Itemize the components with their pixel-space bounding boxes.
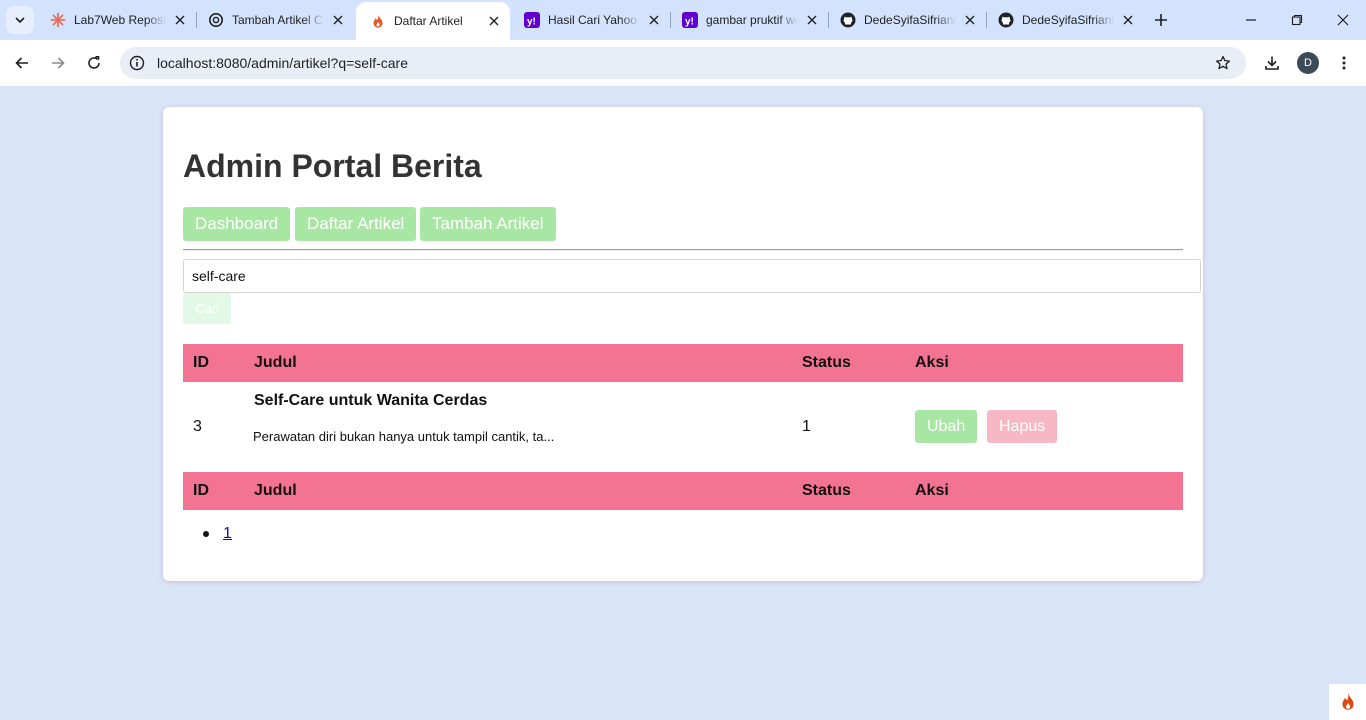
reload-icon — [88, 56, 100, 69]
column-footer-id: ID — [193, 482, 209, 499]
browser-tab-active[interactable]: Daftar Artikel — [356, 2, 510, 40]
article-title: Self-Care untuk Wanita Cerdas — [254, 392, 488, 409]
close-tab-icon[interactable] — [804, 12, 820, 28]
close-tab-icon[interactable] — [330, 12, 346, 28]
tab-title: Tambah Artikel CodeIgniter — [232, 13, 324, 27]
reload-button[interactable] — [80, 49, 108, 77]
chevron-down-icon — [15, 17, 25, 24]
page-link-1[interactable]: 1 — [223, 525, 232, 543]
tab-title: DedeSyifaSifriani — [1022, 13, 1114, 27]
restore-icon — [1291, 14, 1303, 26]
browser-tabstrip: Lab7Web Repository Tambah Artikel CodeIg… — [0, 0, 1366, 40]
browser-tab[interactable]: Tambah Artikel CodeIgniter — [194, 0, 354, 40]
debug-toolbar-toggle[interactable] — [1329, 684, 1366, 720]
nav-daftar-artikel-link[interactable]: Daftar Artikel — [295, 207, 417, 241]
asterisk-favicon-icon — [50, 12, 66, 28]
column-footer-status: Status — [802, 482, 851, 499]
admin-container: Admin Portal Berita Dashboard Daftar Art… — [163, 107, 1203, 581]
browser-tab[interactable]: DedeSyifaSifriani — [984, 0, 1144, 40]
close-tab-icon[interactable] — [172, 12, 188, 28]
plus-icon — [1155, 14, 1167, 26]
browser-tab[interactable]: y! Hasil Cari Yahoo — [510, 0, 670, 40]
kebab-menu-icon — [1342, 56, 1346, 70]
article-excerpt: Perawatan diri bukan hanya untuk tampil … — [253, 429, 555, 444]
nav-dashboard-link[interactable]: Dashboard — [183, 207, 291, 241]
yahoo-favicon-icon: y! — [682, 12, 698, 28]
bookmark-star-icon[interactable] — [1214, 54, 1232, 72]
article-id: 3 — [193, 418, 202, 435]
browser-tab[interactable]: DedeSyifaSifriani — [826, 0, 986, 40]
list-bullet — [203, 531, 209, 537]
column-header-judul: Judul — [254, 354, 297, 371]
search-input[interactable] — [183, 259, 1201, 293]
flame-favicon-icon — [370, 13, 386, 29]
close-tab-icon[interactable] — [1120, 12, 1136, 28]
download-icon — [1265, 56, 1279, 70]
yahoo-favicon-icon: y! — [524, 12, 540, 28]
table-row: 3 Self-Care untuk Wanita Cerdas Perawata… — [183, 382, 1183, 472]
search-button[interactable]: Cari — [183, 293, 231, 324]
restore-button[interactable] — [1274, 0, 1320, 40]
delete-button[interactable]: Hapus — [987, 410, 1058, 443]
profile-avatar[interactable]: D — [1297, 52, 1319, 74]
tab-search-button[interactable] — [6, 6, 34, 34]
url-text: localhost:8080/admin/artikel?q=self-care — [157, 55, 408, 71]
pagination: 1 — [203, 525, 232, 543]
flame-icon — [1341, 693, 1354, 710]
address-bar[interactable]: localhost:8080/admin/artikel?q=self-care — [120, 47, 1246, 79]
arrow-right-icon — [52, 57, 65, 69]
svg-text:y!: y! — [527, 17, 536, 28]
github-favicon-icon — [998, 12, 1014, 28]
forward-button[interactable] — [44, 49, 72, 77]
browser-tab[interactable]: y! gambar pruktif web — [668, 0, 828, 40]
new-tab-button[interactable] — [1149, 8, 1173, 32]
tab-title: gambar pruktif web — [706, 13, 798, 27]
browser-toolbar: localhost:8080/admin/artikel?q=self-care… — [0, 40, 1366, 86]
article-status: 1 — [802, 418, 811, 435]
close-icon — [1337, 14, 1349, 26]
column-header-aksi: Aksi — [915, 354, 949, 371]
openai-favicon-icon — [208, 12, 224, 28]
arrow-left-icon — [15, 57, 28, 69]
edit-button[interactable]: Ubah — [915, 410, 978, 443]
site-info-icon[interactable] — [128, 54, 146, 72]
divider — [183, 249, 1183, 251]
table-footer: ID Judul Status Aksi — [183, 472, 1183, 510]
tab-title: Daftar Artikel — [394, 14, 463, 28]
downloads-button[interactable] — [1258, 49, 1286, 77]
close-tab-icon[interactable] — [486, 13, 502, 29]
svg-text:y!: y! — [685, 17, 694, 28]
close-tab-icon[interactable] — [962, 12, 978, 28]
table-header: ID Judul Status Aksi — [183, 344, 1183, 382]
column-footer-judul: Judul — [254, 482, 297, 499]
close-tab-icon[interactable] — [646, 12, 662, 28]
close-window-button[interactable] — [1320, 0, 1366, 40]
page-title: Admin Portal Berita — [183, 148, 482, 184]
github-favicon-icon — [840, 12, 856, 28]
browser-tab[interactable]: Lab7Web Repository — [36, 0, 196, 40]
tab-title: Hasil Cari Yahoo — [548, 13, 637, 27]
column-header-status: Status — [802, 354, 851, 371]
tab-title: Lab7Web Repository — [74, 13, 166, 27]
minimize-icon — [1246, 19, 1256, 21]
nav-tambah-artikel-link[interactable]: Tambah Artikel — [420, 207, 556, 241]
column-header-id: ID — [193, 354, 209, 371]
back-button[interactable] — [8, 49, 36, 77]
column-footer-aksi: Aksi — [915, 482, 949, 499]
minimize-button[interactable] — [1228, 0, 1274, 40]
tab-title: DedeSyifaSifriani — [864, 13, 956, 27]
browser-menu-button[interactable] — [1330, 49, 1358, 77]
